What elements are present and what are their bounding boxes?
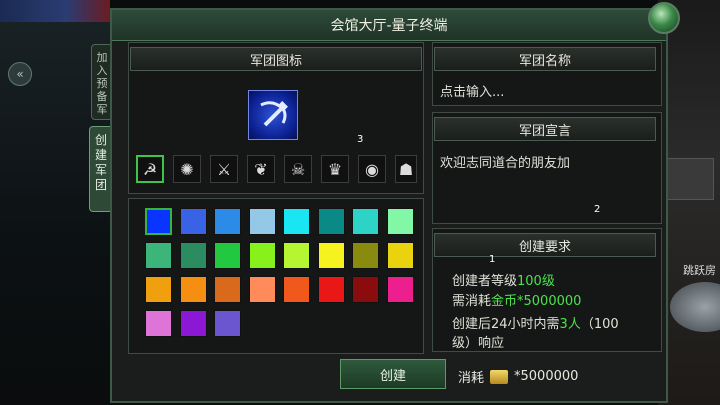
requirement-members-suffix: （100 — [580, 317, 619, 332]
requirement-members-cont: 级）响应 — [452, 336, 505, 351]
marker-3: 3 — [357, 134, 364, 145]
cost-label: 消耗 — [458, 371, 485, 386]
emblem-header-label: 军团图标 — [249, 53, 302, 69]
color-palette-panel — [128, 198, 424, 354]
gold-coin-icon — [490, 369, 509, 384]
color-swatch[interactable] — [248, 208, 276, 235]
window-title: 会馆大厅-量子终端 — [330, 18, 448, 34]
color-swatch[interactable] — [352, 242, 379, 269]
emblem-option-crossed-blades[interactable]: ⚔ — [210, 155, 238, 183]
tab-create-legion-label: 创建军团 — [94, 133, 107, 192]
crowned-skull-icon: ♛ — [327, 159, 343, 179]
cost-value: *5000000 — [514, 369, 579, 384]
close-orb-icon[interactable] — [648, 2, 680, 34]
create-button[interactable]: 创建 — [340, 359, 446, 389]
emblem-option-crowned-skull[interactable]: ♛ — [321, 155, 349, 183]
color-swatch[interactable] — [352, 276, 379, 303]
back-icon[interactable]: « — [8, 62, 32, 86]
crossed-blades-icon: ⚔ — [216, 159, 232, 179]
color-swatch[interactable] — [145, 276, 172, 303]
cost-display: 消耗 *5000000 — [458, 367, 578, 386]
emblem-header: 军团图标 — [130, 47, 422, 71]
color-swatch[interactable] — [283, 242, 310, 269]
requirement-cost: 需消耗金币*5000000 — [452, 290, 581, 309]
requirements-header: 创建要求 — [434, 233, 656, 257]
emblem-option-eye[interactable]: ◉ — [358, 155, 386, 183]
requirement-level: 创建者等级100级 — [452, 270, 555, 289]
color-swatch[interactable] — [283, 208, 310, 235]
window-titlebar: 会馆大厅-量子终端 — [112, 10, 666, 41]
color-swatch[interactable] — [386, 242, 414, 269]
color-swatch[interactable] — [386, 208, 414, 235]
declaration-text: 欢迎志同道合的朋友加 — [440, 156, 571, 171]
requirement-members: 创建后24小时内需3人（100 — [452, 313, 619, 332]
color-swatch[interactable] — [214, 310, 241, 337]
color-swatch[interactable] — [179, 208, 207, 235]
winged-icon: ❦ — [254, 159, 268, 179]
declaration-textarea[interactable]: 欢迎志同道合的朋友加 — [434, 144, 656, 220]
skull-icon: ☠ — [290, 159, 306, 179]
emblem-option-hammer-sickle[interactable]: ☭ — [136, 155, 164, 183]
color-swatch[interactable] — [145, 242, 172, 269]
color-swatch[interactable] — [283, 276, 310, 303]
requirement-cost-label: 需消耗 — [452, 294, 492, 309]
color-swatch[interactable] — [352, 208, 379, 235]
color-swatch[interactable] — [317, 242, 345, 269]
color-swatch[interactable] — [248, 276, 276, 303]
requirements-header-label: 创建要求 — [518, 239, 571, 255]
emblem-option-burst[interactable]: ✺ — [173, 155, 201, 183]
legion-name-placeholder: 点击输入... — [440, 85, 505, 100]
selected-emblem-preview — [248, 90, 298, 140]
name-header: 军团名称 — [434, 47, 656, 71]
color-swatch[interactable] — [317, 276, 345, 303]
emblem-option-demon-mask[interactable]: ☗ — [395, 155, 417, 183]
color-swatch[interactable] — [179, 310, 207, 337]
color-swatch[interactable] — [317, 208, 345, 235]
marker-2: 2 — [594, 204, 601, 215]
color-swatch[interactable] — [179, 276, 207, 303]
requirement-cost-value: 金币*5000000 — [491, 294, 582, 309]
color-swatch[interactable] — [214, 208, 241, 235]
name-header-label: 军团名称 — [518, 53, 571, 69]
eye-icon: ◉ — [365, 159, 379, 179]
color-swatch[interactable] — [248, 242, 276, 269]
color-swatch[interactable] — [386, 276, 414, 303]
color-swatch[interactable] — [214, 276, 241, 303]
requirement-members-label: 创建后24小时内需 — [452, 317, 560, 332]
burst-icon: ✺ — [180, 159, 194, 179]
requirement-members-value: 3人 — [559, 317, 581, 332]
marker-1: 1 — [489, 254, 496, 265]
declaration-header-label: 军团宣言 — [518, 123, 571, 139]
hammer-sickle-icon: ☭ — [142, 159, 158, 179]
legion-name-input[interactable]: 点击输入... — [434, 74, 656, 102]
demon-mask-icon: ☗ — [398, 159, 414, 179]
declaration-header: 军团宣言 — [434, 117, 656, 141]
tab-join-reserve-label: 加入预备军 — [96, 51, 108, 116]
requirement-level-value: 100级 — [517, 274, 555, 289]
requirement-level-label: 创建者等级 — [452, 274, 518, 289]
background-label: 跳跃房 — [683, 264, 716, 277]
color-swatch[interactable] — [179, 242, 207, 269]
color-swatch[interactable] — [214, 242, 241, 269]
emblem-option-skull[interactable]: ☠ — [284, 155, 312, 183]
color-swatch[interactable] — [145, 310, 172, 337]
color-swatch[interactable] — [145, 208, 172, 235]
background-status-bar — [0, 0, 110, 22]
hammer-sickle-icon — [260, 101, 288, 127]
create-button-label: 创建 — [379, 368, 406, 384]
emblem-option-winged[interactable]: ❦ — [247, 155, 275, 183]
